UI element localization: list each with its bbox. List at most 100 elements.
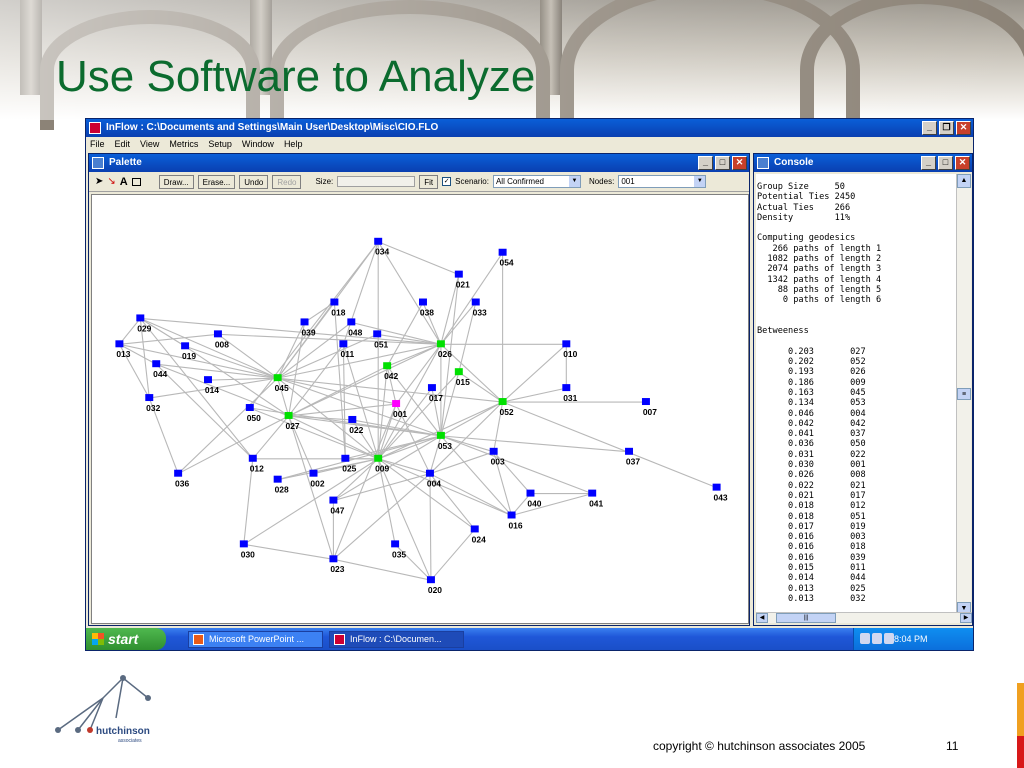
network-node[interactable]: 051 [373,330,389,349]
scroll-thumb[interactable]: ≡ [957,388,971,400]
node-square[interactable] [329,496,338,504]
network-node[interactable]: 003 [489,447,505,467]
node-square[interactable] [427,384,436,392]
node-square[interactable] [115,340,124,348]
node-square[interactable] [470,525,479,533]
menu-help[interactable]: Help [284,137,303,151]
network-node[interactable]: 002 [309,469,325,489]
network-node[interactable]: 044 [152,360,168,379]
network-node[interactable]: 014 [204,376,219,395]
network-node[interactable]: 030 [239,540,255,559]
node-square[interactable] [273,475,282,483]
link-tool-icon[interactable]: ↘ [107,176,115,187]
network-node[interactable]: 029 [136,314,152,333]
network-node[interactable]: 047 [329,496,345,516]
node-square[interactable] [374,454,383,462]
network-node[interactable]: 053 [436,431,452,451]
node-square[interactable] [245,404,254,411]
undo-button[interactable]: Undo [239,174,269,189]
draw-button[interactable]: Draw... [158,174,194,189]
node-square[interactable] [526,489,535,497]
node-square[interactable] [419,298,427,306]
erase-button[interactable]: Erase... [197,174,236,189]
tray-network-icon[interactable] [860,633,870,644]
network-node[interactable]: 033 [471,298,487,318]
node-square[interactable] [145,394,154,402]
node-square[interactable] [341,454,350,462]
node-square[interactable] [174,469,183,477]
rectangle-tool-icon[interactable] [131,177,141,186]
node-square[interactable] [489,447,498,455]
network-node[interactable]: 012 [248,454,264,474]
network-node[interactable]: 025 [341,454,357,474]
redo-button[interactable]: Redo [272,174,302,189]
node-square[interactable] [300,318,309,326]
menu-metrics[interactable]: Metrics [169,137,198,151]
scroll-left-icon[interactable]: ◀ [756,613,768,623]
node-square[interactable] [181,342,190,350]
node-square[interactable] [436,340,445,348]
size-slider[interactable] [337,176,416,187]
node-square[interactable] [712,483,721,491]
node-square[interactable] [641,398,650,406]
node-square[interactable] [454,368,463,376]
scroll-right-icon[interactable]: ▶ [960,613,972,623]
network-node[interactable]: 050 [245,404,261,423]
network-node[interactable]: 016 [507,511,523,531]
console-close-button[interactable]: ✕ [955,156,970,170]
network-node[interactable]: 010 [562,340,578,359]
scenario-select[interactable]: All Confirmed ▼ [492,175,581,188]
node-square[interactable] [498,248,507,256]
node-square[interactable] [339,340,348,348]
minimize-button[interactable]: _ [922,121,937,135]
network-node[interactable]: 036 [174,469,189,489]
menu-setup[interactable]: Setup [208,137,232,151]
network-node[interactable]: 020 [426,576,442,595]
node-square[interactable] [562,384,571,392]
node-square[interactable] [152,360,161,368]
palette-maximize-button[interactable]: □ [715,156,730,170]
network-node[interactable]: 037 [625,447,640,467]
fit-checkbox[interactable]: ✓ [442,177,452,186]
network-node[interactable]: 045 [273,374,289,393]
node-square[interactable] [588,489,597,497]
network-node[interactable]: 018 [330,298,346,318]
network-node[interactable]: 043 [712,483,728,503]
node-square[interactable] [273,374,282,382]
node-square[interactable] [383,362,392,370]
network-node[interactable]: 041 [588,489,604,509]
pointer-tool-icon[interactable]: ➤ [95,176,103,187]
node-square[interactable] [436,431,445,439]
network-node[interactable]: 001 [392,400,407,419]
close-button[interactable]: ✕ [956,121,971,135]
tray-security-icon[interactable] [884,633,894,644]
network-node[interactable]: 028 [273,475,289,495]
node-square[interactable] [392,400,401,408]
node-square[interactable] [213,330,222,338]
node-square[interactable] [309,469,318,477]
menu-view[interactable]: View [140,137,159,151]
text-tool-icon[interactable]: A [120,176,128,188]
network-node[interactable]: 038 [419,298,434,318]
palette-close-button[interactable]: ✕ [732,156,747,170]
network-node[interactable]: 054 [498,248,514,268]
network-node[interactable]: 009 [374,454,390,474]
node-square[interactable] [625,447,634,455]
console-maximize-button[interactable]: □ [938,156,953,170]
node-square[interactable] [471,298,480,306]
network-node[interactable]: 035 [391,540,406,559]
node-square[interactable] [204,376,212,384]
network-node[interactable]: 026 [436,340,452,359]
network-node[interactable]: 015 [454,368,470,387]
tray-volume-icon[interactable] [872,633,882,644]
node-square[interactable] [498,398,507,406]
network-node[interactable]: 019 [181,342,196,361]
node-square[interactable] [562,340,571,348]
node-square[interactable] [373,330,382,338]
network-canvas[interactable]: 034 054 021 018 038 033 029 039 048 008 051 013 019 0… [91,194,749,624]
network-node[interactable]: 011 [339,340,354,359]
network-node[interactable]: 039 [300,318,316,337]
console-vertical-scrollbar[interactable]: ▲ ≡ ▼ [956,174,971,616]
start-button[interactable]: start [86,628,166,650]
taskbar-item-powerpoint[interactable]: Microsoft PowerPoint ... [188,630,323,648]
